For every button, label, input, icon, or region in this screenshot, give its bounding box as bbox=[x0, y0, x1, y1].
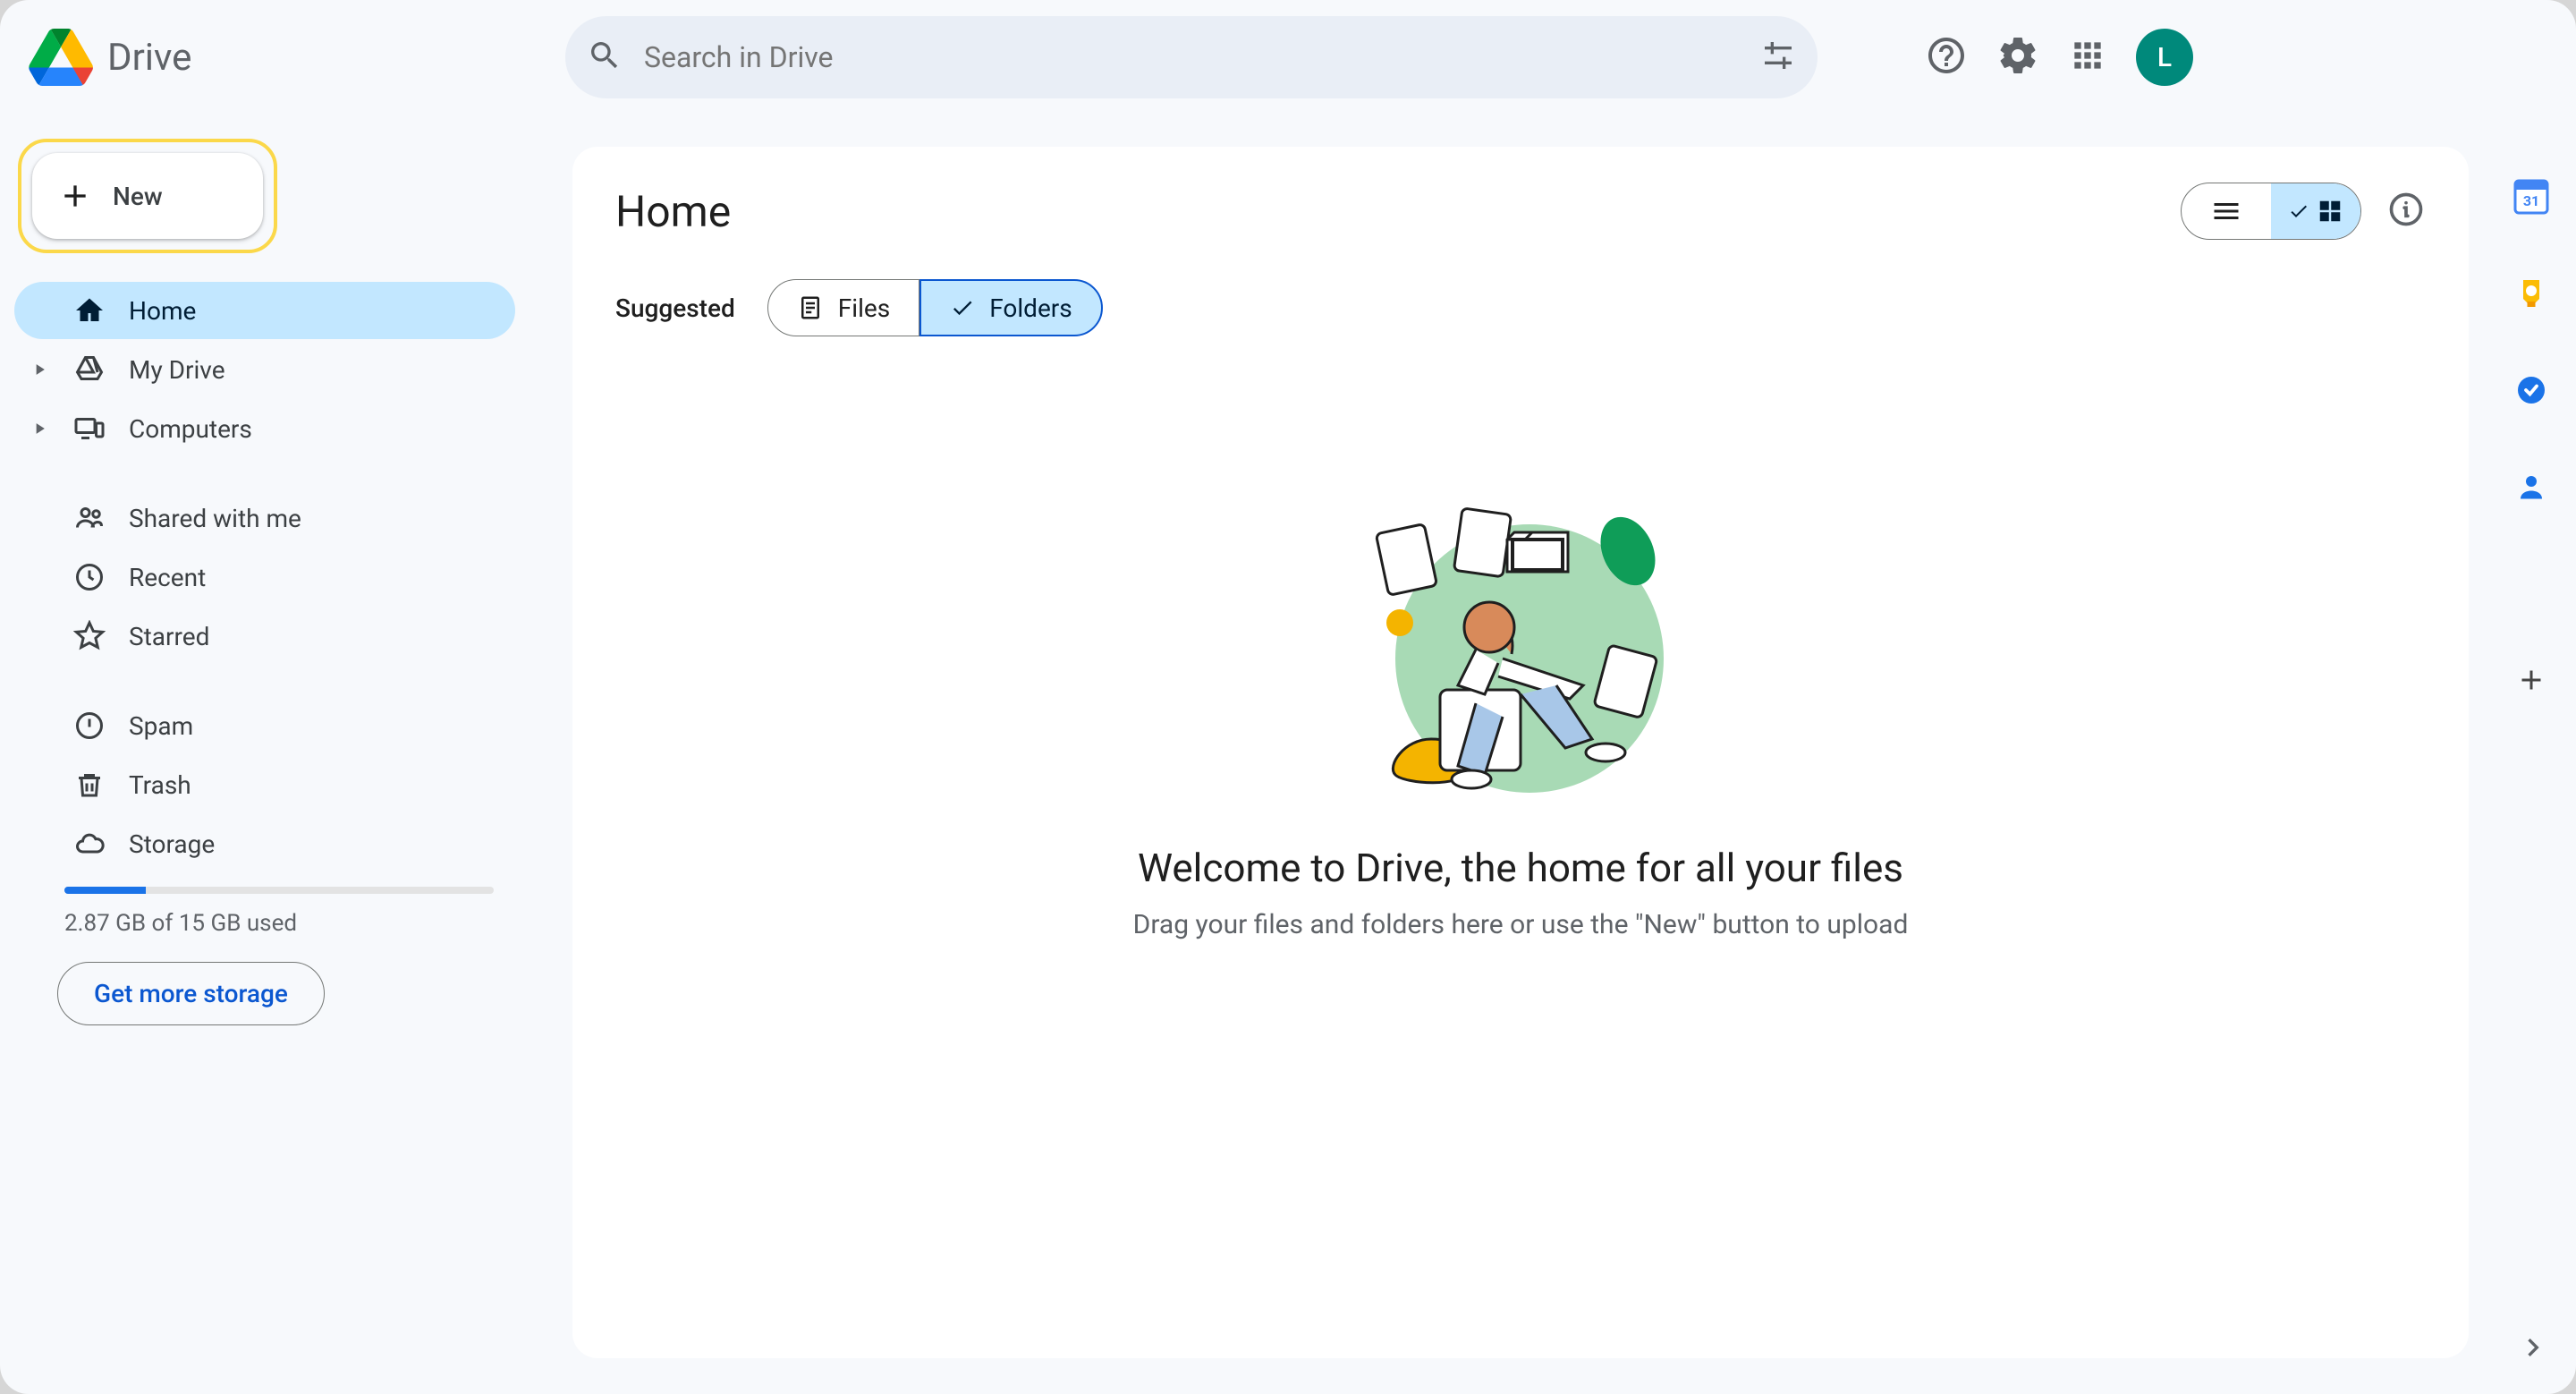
chevron-right-icon[interactable] bbox=[29, 420, 50, 438]
search-filter-icon[interactable] bbox=[1760, 38, 1796, 77]
suggested-label: Suggested bbox=[615, 293, 735, 323]
sidebar: New Home My Drive Computers Shared with … bbox=[14, 139, 515, 1025]
storage-text: 2.87 GB of 15 GB used bbox=[64, 910, 515, 937]
sidebar-item-starred[interactable]: Starred bbox=[14, 608, 515, 665]
logo-block[interactable]: Drive bbox=[29, 29, 565, 86]
sidebar-item-computers[interactable]: Computers bbox=[14, 400, 515, 457]
welcome-title: Welcome to Drive, the home for all your … bbox=[1138, 845, 1903, 891]
apps-grid-icon[interactable] bbox=[2068, 36, 2107, 79]
new-button[interactable]: New bbox=[32, 153, 263, 239]
sidebar-item-label: My Drive bbox=[129, 355, 225, 385]
sidebar-item-shared[interactable]: Shared with me bbox=[14, 489, 515, 547]
devices-icon bbox=[73, 412, 106, 445]
search-input[interactable] bbox=[623, 40, 1760, 74]
info-icon[interactable] bbox=[2386, 190, 2426, 233]
spam-icon bbox=[73, 710, 106, 742]
grid-view-button[interactable] bbox=[2271, 183, 2360, 239]
header: Drive L bbox=[0, 0, 2576, 115]
sidebar-item-recent[interactable]: Recent bbox=[14, 548, 515, 606]
plus-icon bbox=[57, 178, 93, 214]
check-icon bbox=[950, 295, 975, 320]
storage-bar bbox=[64, 887, 494, 894]
list-view-button[interactable] bbox=[2182, 183, 2271, 239]
mydrive-icon bbox=[73, 353, 106, 386]
chevron-right-icon[interactable] bbox=[2515, 1330, 2551, 1369]
view-segment bbox=[2181, 183, 2361, 240]
keep-icon[interactable] bbox=[2513, 276, 2549, 311]
help-icon[interactable] bbox=[1925, 34, 1968, 81]
search-bar[interactable] bbox=[565, 16, 1818, 98]
sidebar-item-home[interactable]: Home bbox=[14, 282, 515, 339]
empty-state: Welcome to Drive, the home for all your … bbox=[615, 480, 2426, 940]
sidebar-item-label: Trash bbox=[129, 770, 191, 800]
grid-icon bbox=[2317, 198, 2343, 225]
check-icon bbox=[2288, 200, 2309, 222]
chip-folders[interactable]: Folders bbox=[919, 279, 1103, 336]
trash-icon bbox=[73, 769, 106, 801]
calendar-icon[interactable]: 31 bbox=[2513, 179, 2549, 215]
header-actions: L bbox=[1925, 29, 2207, 86]
new-button-label: New bbox=[113, 182, 163, 211]
new-button-highlight: New bbox=[18, 139, 277, 253]
product-name: Drive bbox=[107, 36, 191, 80]
svg-text:31: 31 bbox=[2523, 192, 2539, 209]
list-icon bbox=[2210, 195, 2242, 227]
people-icon bbox=[73, 502, 106, 534]
clock-icon bbox=[73, 561, 106, 593]
contacts-icon[interactable] bbox=[2513, 469, 2549, 505]
gear-icon[interactable] bbox=[1996, 34, 2039, 81]
page-title: Home bbox=[615, 186, 731, 237]
search-icon[interactable] bbox=[587, 38, 623, 77]
sidebar-item-label: Shared with me bbox=[129, 504, 301, 533]
main-panel: Home Suggested Files bbox=[572, 147, 2469, 1358]
filter-row: Suggested Files Folders bbox=[615, 279, 2426, 336]
main-header: Home bbox=[615, 183, 2426, 240]
cloud-icon bbox=[73, 828, 106, 860]
file-icon bbox=[797, 294, 824, 321]
view-controls bbox=[2181, 183, 2426, 240]
tasks-icon[interactable] bbox=[2513, 372, 2549, 408]
sidebar-item-spam[interactable]: Spam bbox=[14, 697, 515, 754]
avatar[interactable]: L bbox=[2136, 29, 2193, 86]
sidebar-item-label: Home bbox=[129, 296, 196, 326]
chip-label: Folders bbox=[989, 293, 1072, 323]
sidebar-item-label: Starred bbox=[129, 622, 209, 651]
sidebar-item-label: Spam bbox=[129, 711, 193, 741]
chip-row: Files Folders bbox=[767, 279, 1103, 336]
side-rail: 31 bbox=[2487, 152, 2576, 698]
home-icon bbox=[73, 294, 106, 327]
chip-label: Files bbox=[838, 293, 890, 323]
sidebar-item-storage[interactable]: Storage bbox=[14, 815, 515, 872]
storage-fill bbox=[64, 887, 146, 894]
star-icon bbox=[73, 620, 106, 652]
sidebar-item-label: Storage bbox=[129, 829, 215, 859]
welcome-subtitle: Drag your files and folders here or use … bbox=[1133, 909, 1909, 940]
sidebar-item-label: Computers bbox=[129, 414, 252, 444]
empty-illustration bbox=[1333, 480, 1708, 802]
get-more-storage-button[interactable]: Get more storage bbox=[57, 962, 325, 1025]
chevron-right-icon[interactable] bbox=[29, 361, 50, 378]
nav: Home My Drive Computers Shared with me R… bbox=[14, 282, 515, 872]
chip-files[interactable]: Files bbox=[767, 279, 919, 336]
drive-logo-icon bbox=[29, 29, 93, 86]
sidebar-item-trash[interactable]: Trash bbox=[14, 756, 515, 813]
app-root: { "header": { "product_name": "Drive", "… bbox=[0, 0, 2576, 1394]
sidebar-item-mydrive[interactable]: My Drive bbox=[14, 341, 515, 398]
sidebar-item-label: Recent bbox=[129, 563, 206, 592]
add-addon-icon[interactable] bbox=[2513, 662, 2549, 698]
